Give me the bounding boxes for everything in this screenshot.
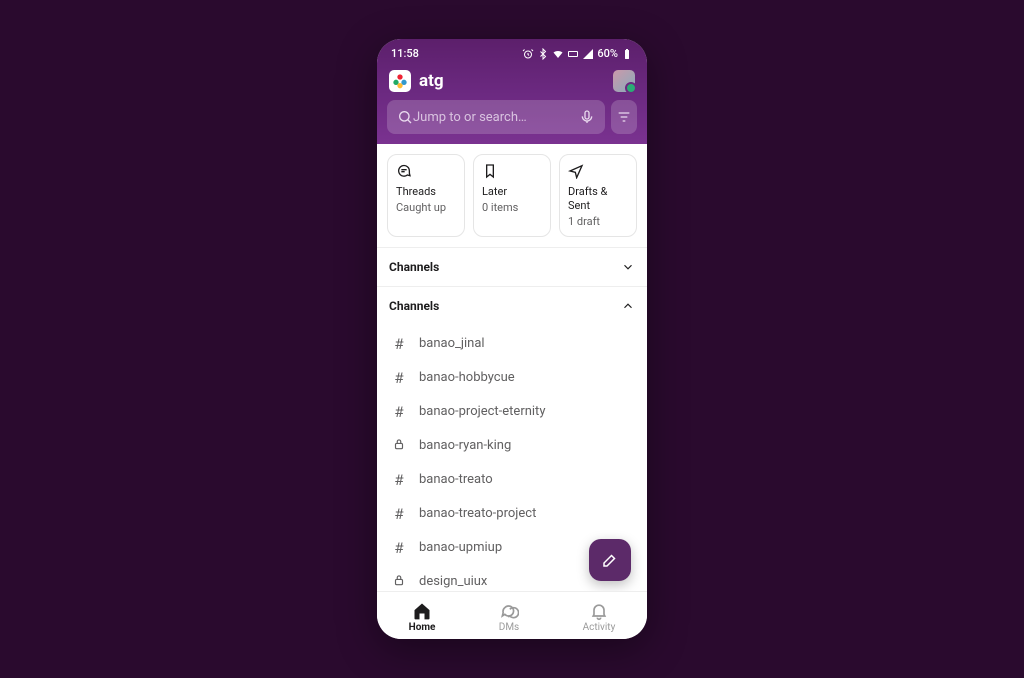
channel-name: banao-upmiup bbox=[419, 540, 502, 555]
search-row bbox=[387, 100, 637, 134]
mic-icon[interactable] bbox=[579, 109, 595, 125]
battery-icon bbox=[621, 48, 633, 60]
nav-home[interactable]: Home bbox=[409, 599, 436, 633]
workspace-row: atg bbox=[387, 66, 637, 100]
nav-dms[interactable]: DMs bbox=[499, 599, 519, 633]
channel-item[interactable]: # banao-hobbycue bbox=[377, 361, 647, 395]
later-title: Later bbox=[482, 185, 542, 199]
channels-section-expanded[interactable]: Channels bbox=[377, 287, 647, 325]
battery-percent: 60% bbox=[597, 47, 618, 60]
hash-icon: # bbox=[391, 369, 407, 387]
nav-home-label: Home bbox=[409, 622, 436, 633]
drafts-card[interactable]: Drafts & Sent 1 draft bbox=[559, 154, 637, 237]
filter-icon bbox=[616, 109, 632, 125]
channel-item[interactable]: banao-ryan-king bbox=[377, 429, 647, 463]
home-icon bbox=[412, 601, 432, 621]
drafts-subtitle: 1 draft bbox=[568, 215, 628, 228]
chevron-up-icon bbox=[621, 299, 635, 313]
bookmark-icon bbox=[482, 163, 498, 179]
nav-activity[interactable]: Activity bbox=[583, 599, 616, 633]
threads-icon bbox=[396, 163, 412, 179]
status-bar: 11:58 60% bbox=[387, 47, 637, 66]
channel-name: design_uiux bbox=[419, 574, 487, 589]
channel-item[interactable]: # banao-treato-project bbox=[377, 497, 647, 531]
later-card[interactable]: Later 0 items bbox=[473, 154, 551, 237]
content-scroll[interactable]: Threads Caught up Later 0 items Drafts &… bbox=[377, 144, 647, 591]
bottom-nav: Home DMs Activity bbox=[377, 591, 647, 639]
threads-title: Threads bbox=[396, 185, 456, 199]
channel-name: banao_jinal bbox=[419, 336, 485, 351]
later-subtitle: 0 items bbox=[482, 201, 542, 214]
section-label: Channels bbox=[389, 299, 439, 313]
channel-name: banao-hobbycue bbox=[419, 370, 515, 385]
user-avatar[interactable] bbox=[613, 70, 635, 92]
bell-icon bbox=[589, 601, 609, 621]
phone-frame: 11:58 60% atg bbox=[377, 39, 647, 639]
hash-icon: # bbox=[391, 539, 407, 557]
lock-icon bbox=[391, 573, 407, 591]
lock-icon bbox=[391, 437, 407, 455]
channel-name: banao-project-eternity bbox=[419, 404, 545, 419]
status-icons: 60% bbox=[522, 47, 633, 60]
channel-item[interactable]: # banao-project-eternity bbox=[377, 395, 647, 429]
drafts-title: Drafts & Sent bbox=[568, 185, 628, 213]
search-input[interactable] bbox=[413, 110, 579, 125]
alarm-icon bbox=[522, 48, 534, 60]
status-time: 11:58 bbox=[391, 47, 419, 60]
nav-activity-label: Activity bbox=[583, 622, 616, 633]
channel-item[interactable]: # banao_jinal bbox=[377, 327, 647, 361]
search-box[interactable] bbox=[387, 100, 605, 134]
bluetooth-icon bbox=[537, 48, 549, 60]
filter-button[interactable] bbox=[611, 100, 637, 134]
hash-icon: # bbox=[391, 403, 407, 421]
workspace-name: atg bbox=[419, 71, 444, 91]
channel-name: banao-ryan-king bbox=[419, 438, 511, 453]
dms-icon bbox=[499, 601, 519, 621]
volte-icon bbox=[567, 48, 579, 60]
compose-icon bbox=[601, 551, 619, 569]
signal-icon bbox=[582, 48, 594, 60]
hash-icon: # bbox=[391, 335, 407, 353]
compose-fab[interactable] bbox=[589, 539, 631, 581]
wifi-icon bbox=[552, 48, 564, 60]
nav-dms-label: DMs bbox=[499, 622, 519, 633]
channel-name: banao-treato bbox=[419, 472, 493, 487]
quick-cards-row: Threads Caught up Later 0 items Drafts &… bbox=[377, 144, 647, 248]
hash-icon: # bbox=[391, 505, 407, 523]
threads-subtitle: Caught up bbox=[396, 201, 456, 214]
threads-card[interactable]: Threads Caught up bbox=[387, 154, 465, 237]
search-icon bbox=[397, 109, 413, 125]
workspace-switcher[interactable]: atg bbox=[389, 70, 444, 92]
section-label: Channels bbox=[389, 260, 439, 274]
chevron-down-icon bbox=[621, 260, 635, 274]
channel-name: banao-treato-project bbox=[419, 506, 536, 521]
hash-icon: # bbox=[391, 471, 407, 489]
channels-section-collapsed[interactable]: Channels bbox=[377, 248, 647, 287]
workspace-logo bbox=[389, 70, 411, 92]
send-icon bbox=[568, 163, 584, 179]
channel-item[interactable]: # banao-treato bbox=[377, 463, 647, 497]
app-header: 11:58 60% atg bbox=[377, 39, 647, 144]
